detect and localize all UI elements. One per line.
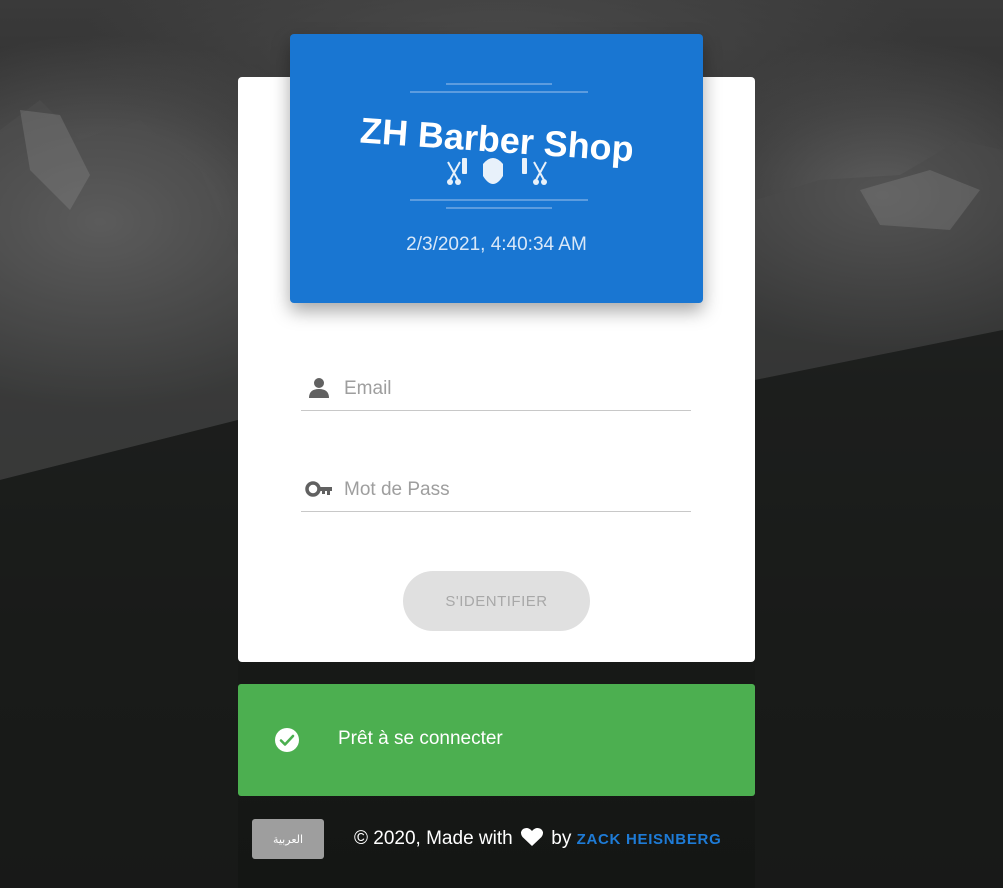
email-field <box>301 368 691 411</box>
by-text: by <box>551 828 572 849</box>
email-input[interactable] <box>342 374 686 404</box>
check-circle-icon <box>275 728 299 752</box>
login-button[interactable]: S'IDENTIFIER <box>403 571 590 631</box>
author-link[interactable]: ZACK HEISNBERG <box>577 831 722 848</box>
copyright-text: © 2020, Made with <box>354 828 513 849</box>
key-icon <box>305 481 332 497</box>
status-message: Prêt à se connecter <box>338 728 503 749</box>
heart-icon <box>520 828 544 846</box>
footer-credits: © 2020, Made with by ZACK HEISNBERG <box>354 827 721 850</box>
current-datetime: 2/3/2021, 4:40:34 AM <box>406 234 587 255</box>
brand-header: ZH Barber Shop 2/3/2021, 4:40:34 AM <box>290 34 703 303</box>
barber-shop-logo: ZH Barber Shop <box>359 83 635 209</box>
password-field <box>301 469 691 512</box>
language-toggle-button[interactable]: العربية <box>252 819 324 859</box>
password-input[interactable] <box>342 475 686 505</box>
person-icon <box>309 378 329 398</box>
status-banner: Prêt à se connecter <box>238 684 755 796</box>
